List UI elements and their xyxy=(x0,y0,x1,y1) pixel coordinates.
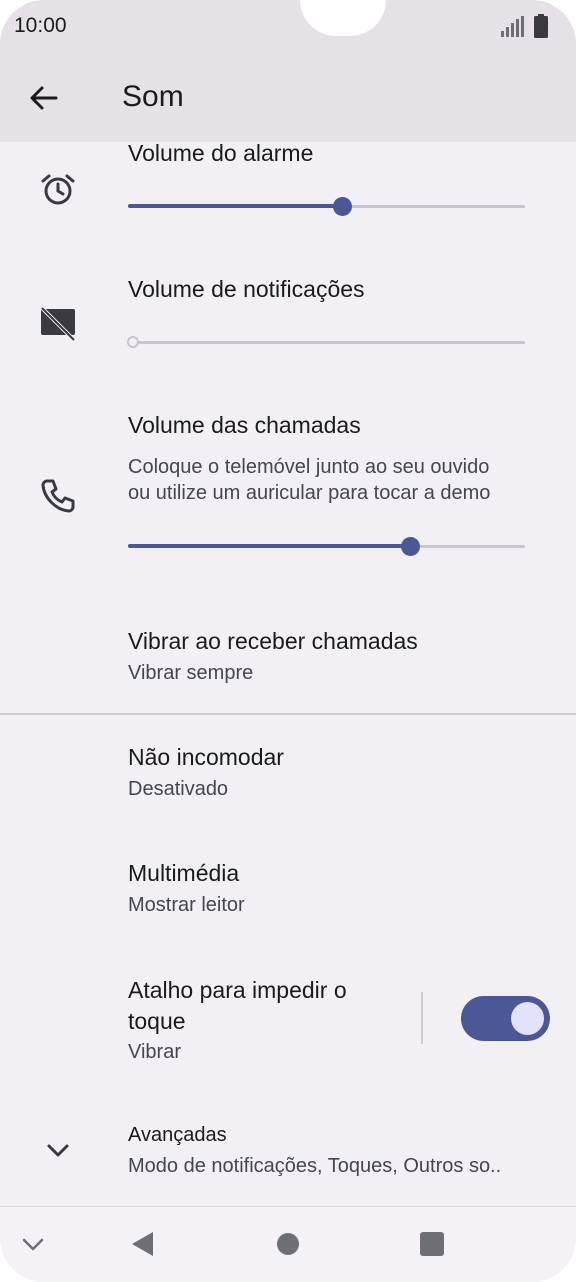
call-volume-description-1: Coloque o telemóvel junto ao seu ouvido xyxy=(128,456,490,478)
notification-volume-slider[interactable] xyxy=(127,330,525,354)
back-arrow-icon[interactable] xyxy=(26,80,62,116)
notification-volume-thumb[interactable] xyxy=(127,336,139,348)
advanced-title: Avançadas xyxy=(128,1124,227,1146)
alarm-volume-thumb[interactable] xyxy=(333,197,352,216)
nav-recents-icon[interactable] xyxy=(417,1229,447,1259)
vibrate-calls-title: Vibrar ao receber chamadas xyxy=(128,628,418,654)
do-not-disturb-value: Desativado xyxy=(128,778,229,800)
prevent-ringing-toggle[interactable] xyxy=(461,996,550,1041)
status-bar: 10:00 xyxy=(0,0,576,54)
signal-icon xyxy=(501,16,524,37)
media-value: Mostrar leitor xyxy=(128,894,245,916)
app-bar: Som xyxy=(0,54,576,142)
call-volume-thumb[interactable] xyxy=(401,537,420,556)
vibrate-calls-value: Vibrar sempre xyxy=(128,662,254,684)
phone-icon xyxy=(41,479,75,513)
notification-volume-title: Volume de notificações xyxy=(128,276,365,302)
chevron-down-icon[interactable] xyxy=(18,1229,48,1259)
battery-icon xyxy=(534,14,548,38)
toggle-knob xyxy=(511,1002,544,1035)
phone-screen: 10:00 Som Volume do alarme Volume de not… xyxy=(0,0,576,1282)
prevent-ringing-value: Vibrar xyxy=(128,1041,181,1063)
nav-back-icon[interactable] xyxy=(127,1229,157,1259)
status-time: 10:00 xyxy=(14,14,67,37)
prevent-ringing-title-1: Atalho para impedir o xyxy=(128,977,347,1003)
prevent-ringing-title-2: toque xyxy=(128,1008,186,1034)
nav-home-icon[interactable] xyxy=(273,1229,303,1259)
do-not-disturb-title: Não incomodar xyxy=(128,744,284,770)
alarm-volume-title: Volume do alarme xyxy=(128,142,314,166)
page-title: Som xyxy=(122,80,184,113)
call-volume-description-2: ou utilize um auricular para tocar a dem… xyxy=(128,482,491,504)
media-title: Multimédia xyxy=(128,860,240,886)
section-divider xyxy=(0,713,576,715)
call-volume-slider[interactable] xyxy=(128,534,525,558)
advanced-value: Modo de notificações, Toques, Outros so.… xyxy=(128,1155,502,1177)
call-volume-title: Volume das chamadas xyxy=(128,412,361,438)
navigation-bar xyxy=(0,1206,576,1282)
toggle-divider xyxy=(421,992,423,1044)
chevron-down-icon xyxy=(47,1144,69,1157)
notifications-off-icon xyxy=(40,306,76,342)
alarm-clock-icon xyxy=(41,174,75,205)
settings-list: Volume do alarme Volume de notificações xyxy=(0,142,576,1206)
alarm-volume-slider[interactable] xyxy=(128,194,525,218)
